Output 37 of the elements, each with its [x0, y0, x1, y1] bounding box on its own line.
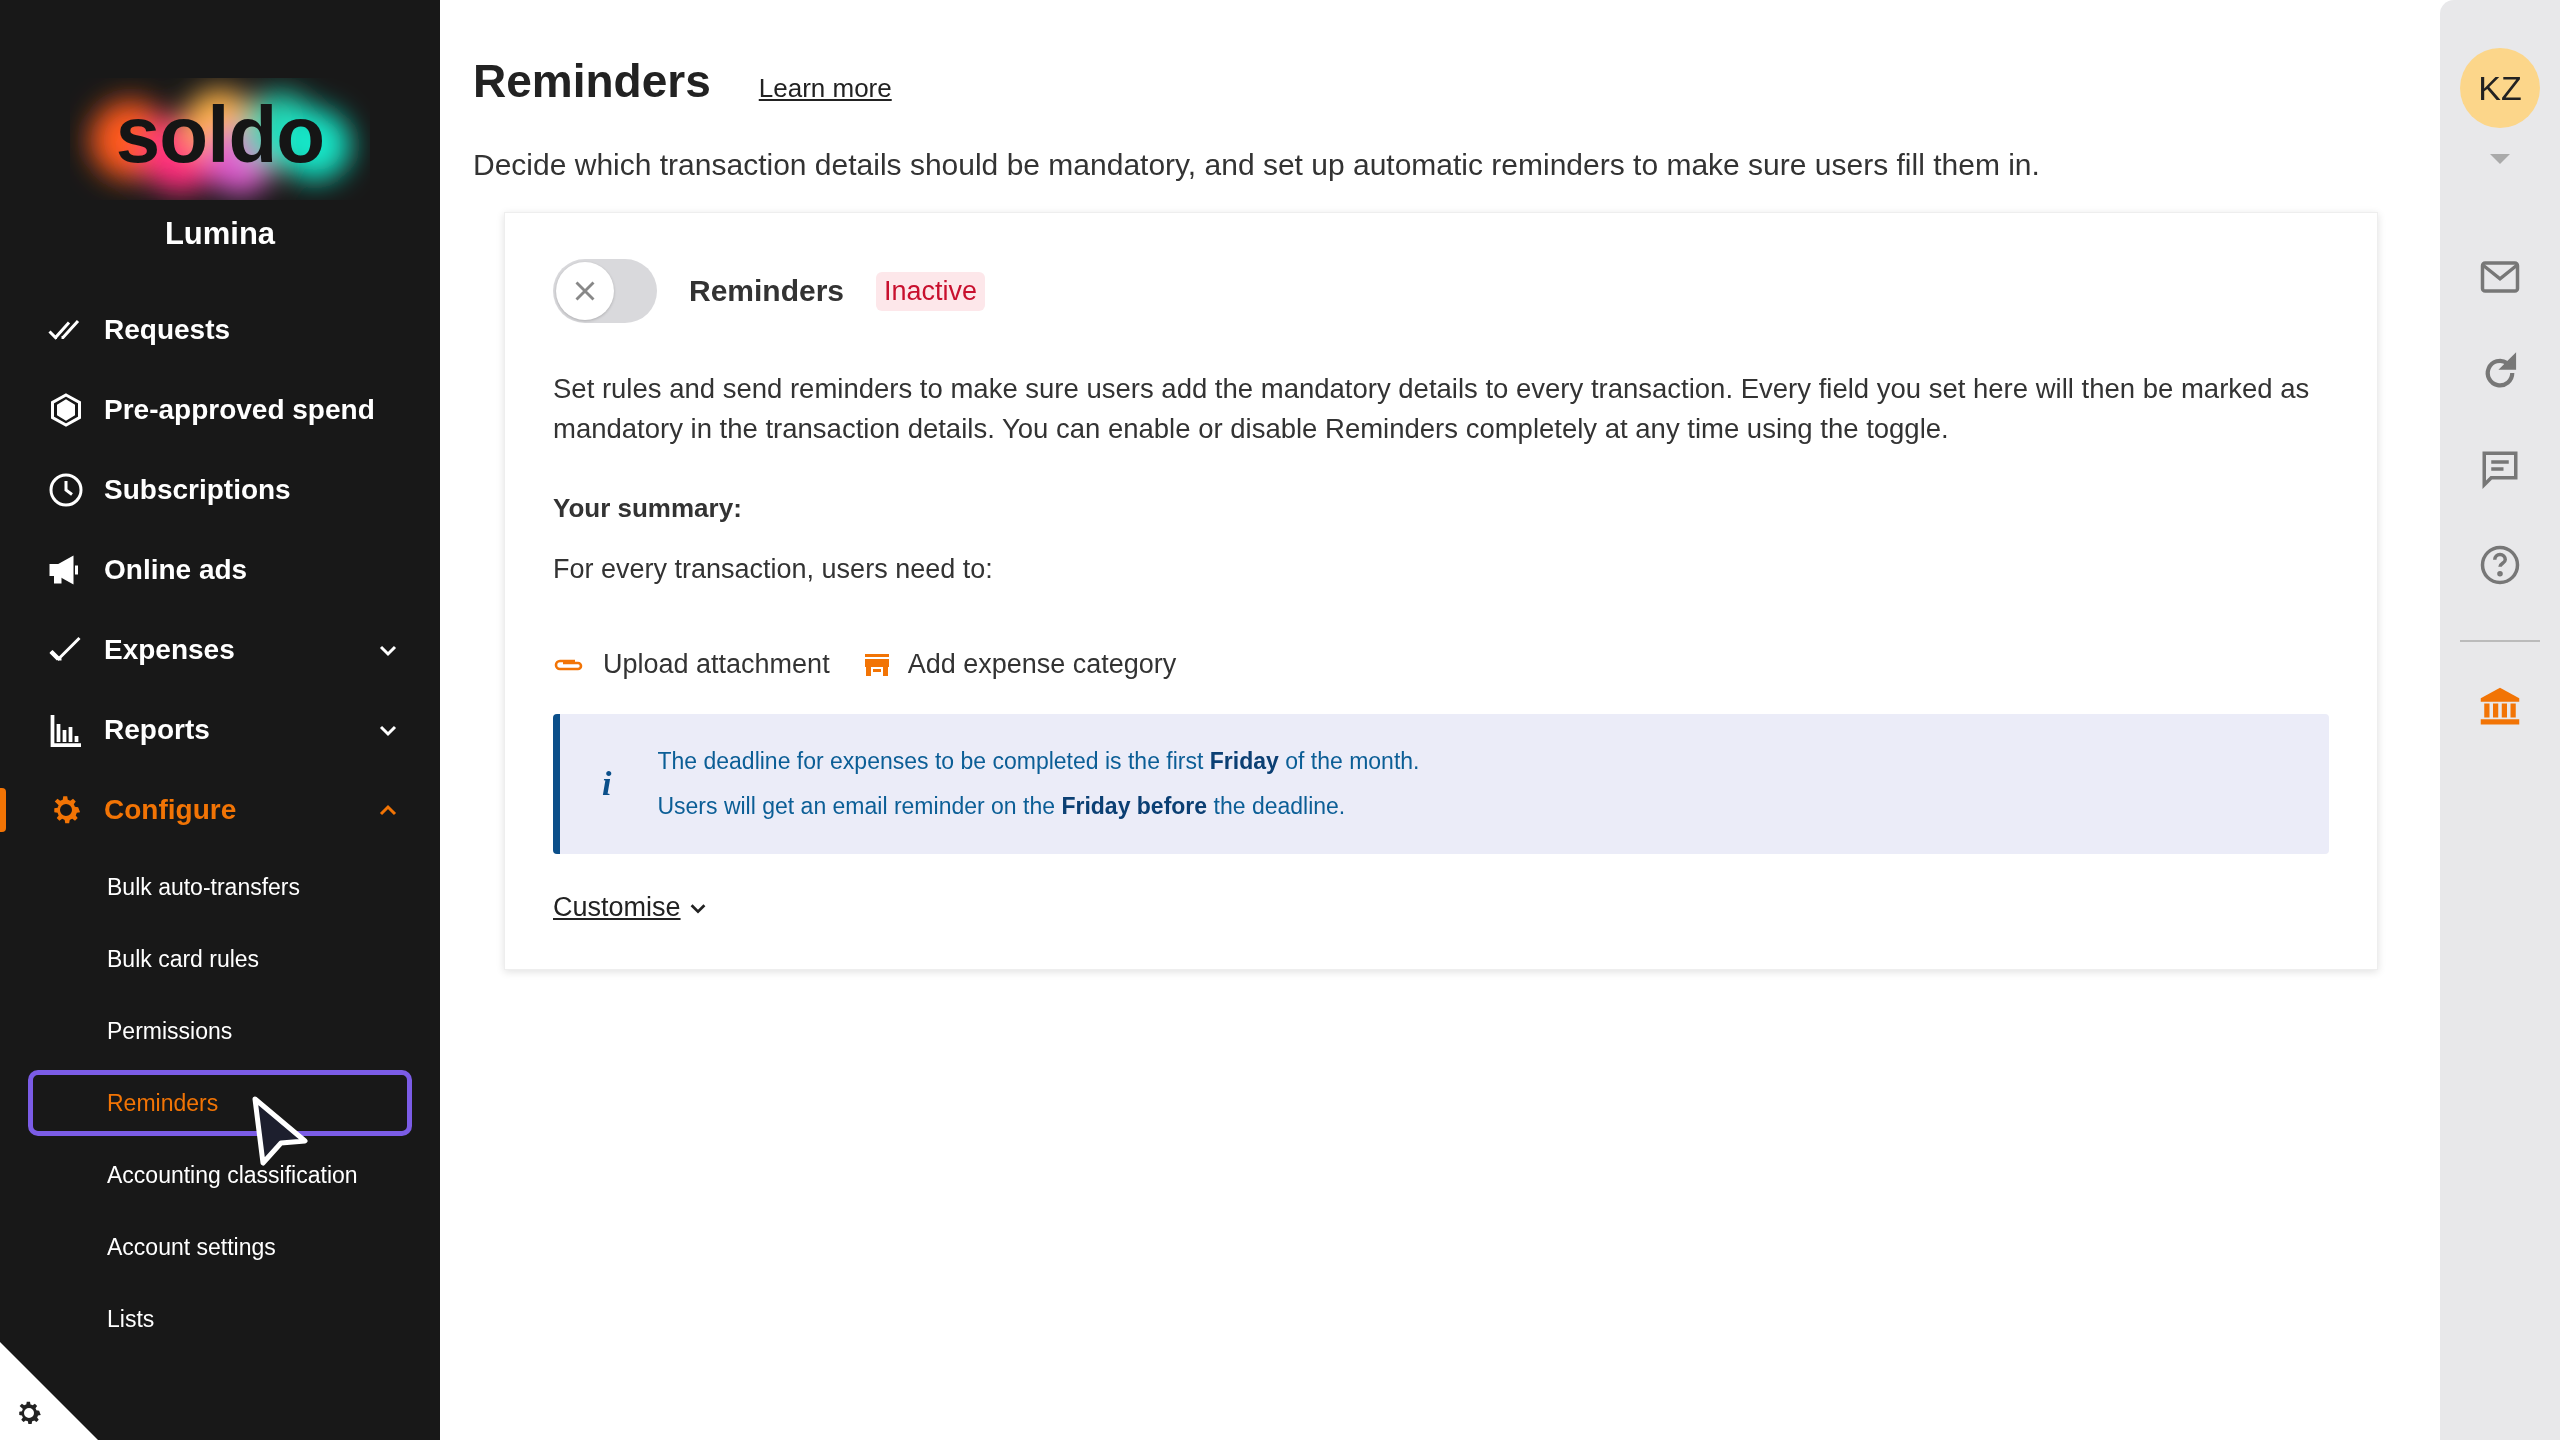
hexagon-icon [48, 392, 84, 428]
nav-subitem[interactable]: Bulk card rules [28, 926, 412, 992]
nav-item[interactable]: Expenses [0, 610, 440, 690]
nav-item[interactable]: Pre-approved spend [0, 370, 440, 450]
page-title: Reminders [473, 54, 711, 108]
nav-subitem[interactable]: Accounting classification [28, 1142, 412, 1208]
help-icon[interactable] [2479, 544, 2521, 586]
nav-subitem[interactable]: Bulk auto-transfers [28, 854, 412, 920]
bank-icon[interactable] [2479, 686, 2521, 728]
status-badge: Inactive [876, 271, 986, 311]
requirement-label: Add expense category [907, 649, 1177, 680]
summary-intro: For every transaction, users need to: [553, 554, 994, 585]
caret-icon[interactable] [2490, 154, 2510, 164]
nav-subitem[interactable]: Reminders [28, 1070, 412, 1136]
page-description: Decide which transaction details should be mandatory, and set up automatic reminders to make sure users fill them in. [473, 148, 2041, 182]
nav-item[interactable]: Subscriptions [0, 450, 440, 530]
info-text: Users will get an email reminder on the Friday before the deadline. [657, 793, 1347, 820]
avatar[interactable]: KZ [2460, 48, 2540, 128]
nav-item[interactable]: Requests [0, 290, 440, 370]
bar-chart-icon [48, 712, 84, 748]
nav-item[interactable]: Configure [0, 770, 440, 850]
card-description: Set rules and send reminders to make sure users add the mandatory details to every transaction. Every field you set here will then be marked as mandatory in the transaction details. You can enable or disable Reminders completely at any time using the toggle. [553, 372, 2311, 446]
customise-button[interactable]: Customise [553, 892, 709, 923]
clock-icon [48, 472, 84, 508]
store-icon [863, 652, 890, 677]
nav-subitem[interactable]: Account settings [28, 1214, 412, 1280]
nav-item[interactable]: Online ads [0, 530, 440, 610]
card-title: Reminders [689, 274, 845, 308]
info-icon: i [602, 765, 612, 803]
learn-more-link[interactable]: Learn more [758, 73, 892, 104]
nav-subitem[interactable]: Lists [28, 1286, 412, 1352]
company-name: Lumina [163, 216, 277, 252]
summary-heading: Your summary: [553, 493, 743, 524]
info-text: The deadline for expenses to be completed is the first Friday of the month. [657, 748, 1420, 775]
nav-subitem[interactable]: Permissions [28, 998, 412, 1064]
requirement-label: Upload attachment [603, 649, 830, 680]
nav-item[interactable]: Reports [0, 690, 440, 770]
